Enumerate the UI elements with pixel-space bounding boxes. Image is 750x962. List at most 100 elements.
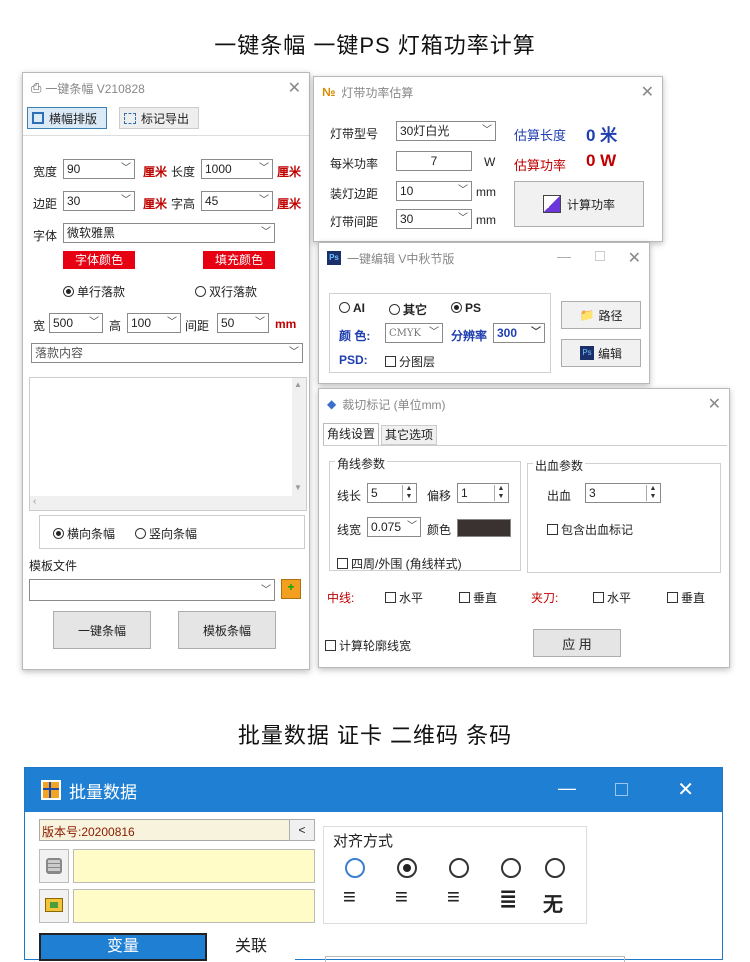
- tab-other-options[interactable]: 其它选项: [381, 425, 437, 445]
- add-folder-icon[interactable]: +: [281, 579, 301, 599]
- close-icon[interactable]: ✕: [641, 82, 654, 102]
- vertical-radio[interactable]: 竖向条幅: [135, 525, 197, 542]
- ps-title: 一键编辑 V中秋节版: [347, 251, 455, 266]
- w-select[interactable]: 500 ﹀: [49, 313, 103, 333]
- other-radio[interactable]: 其它: [389, 301, 427, 318]
- length-spinner[interactable]: 5 ▲ ▼: [367, 483, 417, 503]
- power-label: 每米功率: [330, 157, 379, 171]
- led-title: 灯带功率估算: [341, 85, 414, 100]
- width-label: 宽度: [33, 165, 58, 179]
- signature-input[interactable]: 落款内容 ﹀: [31, 343, 303, 363]
- model-select[interactable]: 30灯白光 ﹀: [396, 121, 496, 141]
- ps-window: Ps 一键编辑 V中秋节版 — ✕ AI 其它 PS 颜 色: CMYK ﹀ 分辨…: [318, 242, 650, 384]
- resolution-select[interactable]: 300 ﹀: [493, 323, 545, 343]
- template-banner-button[interactable]: 模板条幅: [178, 611, 276, 649]
- offset-spinner[interactable]: 1 ▲ ▼: [457, 483, 509, 503]
- align-justify-icon: ≣: [499, 886, 518, 911]
- ps-icon: Ps: [327, 251, 341, 265]
- ps-radio[interactable]: PS: [451, 301, 481, 315]
- edit-button[interactable]: Ps 编辑: [561, 339, 641, 367]
- calc-outline-checkbox[interactable]: 计算轮廓线宽: [325, 637, 411, 654]
- color-swatch[interactable]: [457, 519, 511, 537]
- align-right-icon: ≡: [447, 884, 460, 909]
- gap-select[interactable]: 50 ﹀: [217, 313, 269, 333]
- font-color-button[interactable]: 字体颜色: [63, 251, 135, 269]
- horizontal-scrollbar[interactable]: ‹: [30, 496, 294, 510]
- psd-label: PSD:: [339, 353, 368, 367]
- close-icon[interactable]: ✕: [288, 78, 301, 98]
- width-select[interactable]: 0.075 ﹀: [367, 517, 421, 537]
- signature-textarea[interactable]: ▲ ▼ ‹: [29, 377, 307, 511]
- tab-export[interactable]: 标记导出: [119, 107, 199, 129]
- layers-checkbox[interactable]: 分图层: [385, 353, 435, 370]
- close-icon[interactable]: ✕: [628, 248, 641, 268]
- double-line-radio[interactable]: 双行落款: [195, 283, 257, 300]
- one-click-banner-button[interactable]: 一键条幅: [53, 611, 151, 649]
- calculator-icon: [542, 195, 561, 213]
- color-label: 颜色: [427, 523, 452, 537]
- vertical-scrollbar[interactable]: ▲ ▼: [292, 378, 306, 510]
- h-select[interactable]: 100 ﹀: [127, 313, 181, 333]
- center-horizontal-checkbox[interactable]: 水平: [385, 589, 423, 606]
- data-source-field[interactable]: [73, 849, 315, 883]
- template-select[interactable]: ﹀: [29, 579, 275, 601]
- banner-titlebar: ⎙ 一键条幅 V210828 ✕: [23, 73, 309, 103]
- margin-select[interactable]: 30 ﹀: [63, 191, 135, 211]
- h-label: 高: [109, 319, 122, 333]
- est-power-value: 0 W: [586, 151, 617, 170]
- bleed-group: [527, 463, 721, 573]
- tab-variable[interactable]: 变量: [39, 933, 207, 961]
- align-label: 对齐方式: [333, 833, 394, 850]
- tab-divider: [323, 445, 727, 446]
- close-icon[interactable]: ✕: [677, 777, 694, 802]
- interval-select[interactable]: 30 ﹀: [396, 209, 472, 229]
- image-folder-icon[interactable]: [39, 889, 69, 923]
- led-icon: №: [322, 85, 336, 99]
- image-path-field[interactable]: [73, 889, 315, 923]
- align-justify-radio[interactable]: [501, 858, 521, 878]
- calc-power-button[interactable]: 计算功率: [514, 181, 644, 227]
- tab-link[interactable]: 关联: [207, 935, 295, 961]
- maximize-icon[interactable]: [595, 251, 605, 261]
- maximize-icon[interactable]: [615, 783, 628, 796]
- apply-button[interactable]: 应 用: [533, 629, 621, 657]
- corner-group-label: 角线参数: [335, 455, 388, 472]
- power-input[interactable]: 7: [396, 151, 472, 171]
- center-vertical-checkbox[interactable]: 垂直: [459, 589, 497, 606]
- align-none-radio[interactable]: [545, 858, 565, 878]
- align-right-radio[interactable]: [449, 858, 469, 878]
- width-select[interactable]: 90 ﹀: [63, 159, 135, 179]
- folder-icon: 📁: [579, 308, 595, 322]
- include-bleed-checkbox[interactable]: 包含出血标记: [547, 521, 633, 538]
- color-select[interactable]: CMYK ﹀: [385, 323, 443, 343]
- corner-style-checkbox[interactable]: 四周/外围 (角线样式): [337, 555, 462, 572]
- database-icon[interactable]: [39, 849, 69, 883]
- clamp-label: 夹刀:: [531, 591, 559, 605]
- clamp-horizontal-checkbox[interactable]: 水平: [593, 589, 631, 606]
- crop-icon: ◆: [327, 397, 337, 411]
- gap-unit: mm: [275, 317, 297, 331]
- tab-layout[interactable]: 横幅排版: [27, 107, 107, 129]
- batch-window: 批量数据 — ✕ 版本号:20200816 < 变量 关联 对齐方式 ≡ ≡ ≡…: [24, 767, 723, 962]
- layout-icon: [32, 112, 44, 124]
- single-line-radio[interactable]: 单行落款: [63, 283, 125, 300]
- font-label: 字体: [33, 229, 58, 243]
- charheight-select[interactable]: 45 ﹀: [201, 191, 273, 211]
- font-select[interactable]: 微软雅黑 ﹀: [63, 223, 275, 243]
- horizontal-radio[interactable]: 横向条幅: [53, 525, 115, 542]
- clamp-vertical-checkbox[interactable]: 垂直: [667, 589, 705, 606]
- close-icon[interactable]: ✕: [708, 394, 721, 414]
- minimize-icon[interactable]: —: [558, 778, 576, 799]
- collapse-button[interactable]: <: [289, 819, 315, 841]
- path-button[interactable]: 📁 路径: [561, 301, 641, 329]
- ai-radio[interactable]: AI: [339, 301, 365, 315]
- tab-corner-settings[interactable]: 角线设置: [323, 423, 379, 445]
- fill-color-button[interactable]: 填充颜色: [203, 251, 275, 269]
- minimize-icon[interactable]: —: [557, 248, 571, 264]
- length-label: 线长: [337, 489, 362, 503]
- align-left-radio[interactable]: [345, 858, 365, 878]
- bleed-spinner[interactable]: 3 ▲ ▼: [585, 483, 661, 503]
- length-select[interactable]: 1000 ﹀: [201, 159, 273, 179]
- spacing-select[interactable]: 10 ﹀: [396, 181, 472, 201]
- align-center-radio[interactable]: [397, 858, 417, 878]
